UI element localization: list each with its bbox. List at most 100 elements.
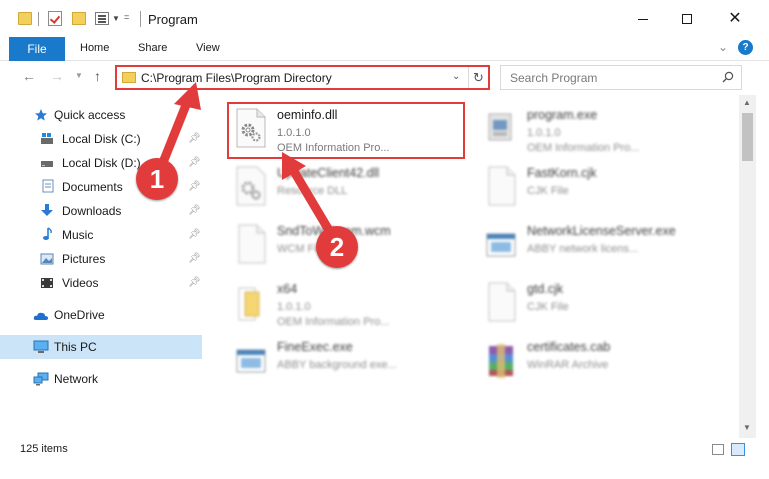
file-item-fineexec-exe[interactable]: FineExec.exe ABBY background exe...	[229, 334, 474, 392]
search-icon	[722, 71, 734, 83]
vertical-scrollbar[interactable]: ▲ ▼	[739, 95, 756, 438]
minimize-button[interactable]	[620, 4, 666, 34]
file-name: UpdateClient42.dll	[277, 166, 380, 180]
file-description: OEM Information Pro...	[527, 142, 640, 154]
chevron-down-icon[interactable]: ▼	[112, 14, 120, 23]
file-item-fastkorn-cjk[interactable]: FastKorn.cjk CJK File	[479, 160, 724, 218]
customize-quick-access-icon[interactable]: =	[124, 12, 129, 22]
file-type: Resource DLL	[277, 185, 348, 197]
download-arrow-icon	[41, 204, 53, 216]
sidebar-item-label: Documents	[62, 180, 123, 194]
sidebar-item-label: Downloads	[62, 204, 122, 218]
ribbon-tabs: File Home Share View ⌄ ?	[0, 37, 769, 61]
file-name: NetworkLicenseServer.exe	[527, 224, 676, 238]
navigation-bar: ← → ▼ ↑ C:\Program Files\Program Directo…	[0, 61, 769, 95]
exe-icon	[488, 113, 512, 141]
close-button[interactable]: ✕	[712, 4, 758, 34]
details-view-icon[interactable]	[712, 444, 724, 455]
file-item-x64-folder[interactable]: x64 1.0.1.0 OEM Information Pro...	[229, 276, 474, 334]
pin-icon[interactable]: 📌︎	[188, 157, 201, 168]
scroll-up-icon[interactable]: ▲	[743, 98, 751, 107]
sidebar-item-onedrive[interactable]: OneDrive	[0, 303, 202, 327]
sidebar-item-label: Pictures	[62, 252, 106, 266]
large-icons-view-icon[interactable]	[731, 443, 745, 456]
pin-icon[interactable]: 📌︎	[188, 277, 201, 288]
tab-view[interactable]: View	[196, 42, 220, 54]
drive-windows-icon	[41, 133, 53, 144]
maximize-button[interactable]	[664, 4, 710, 34]
pin-icon[interactable]: 📌︎	[188, 181, 201, 192]
back-arrow-icon[interactable]: ←	[22, 68, 36, 84]
file-item-updateclient-dll[interactable]: UpdateClient42.dll Resource DLL	[229, 160, 474, 218]
file-description: OEM Information Pro...	[277, 316, 390, 328]
sidebar-item-music[interactable]: Music 📌︎	[0, 223, 202, 247]
file-name: FastKorn.cjk	[527, 166, 597, 180]
blank-file-icon	[238, 224, 266, 264]
file-name: FineExec.exe	[277, 340, 353, 354]
file-item-gtd-cjk[interactable]: gtd.cjk CJK File	[479, 276, 724, 334]
folder-icon	[122, 72, 136, 83]
blank-file-icon	[488, 166, 516, 206]
address-path[interactable]: C:\Program Files\Program Directory	[141, 71, 332, 85]
new-folder-icon[interactable]	[72, 12, 86, 25]
sidebar-item-label: Music	[62, 228, 94, 242]
help-icon[interactable]: ?	[738, 40, 753, 55]
step-1-badge: 1	[136, 158, 178, 200]
window-bottom-edge	[0, 462, 769, 479]
refresh-icon[interactable]: ↻	[468, 67, 488, 88]
recent-locations-chevron-icon[interactable]: ▼	[75, 71, 83, 80]
sidebar-item-label: OneDrive	[54, 308, 105, 322]
pin-icon[interactable]: 📌︎	[188, 229, 201, 240]
drive-icon	[41, 161, 53, 167]
pin-icon[interactable]: 📌︎	[188, 133, 201, 144]
tab-file[interactable]: File	[9, 37, 65, 61]
sidebar-item-videos[interactable]: Videos 📌︎	[0, 271, 202, 295]
sidebar-item-this-pc[interactable]: This PC	[0, 335, 202, 359]
search-input[interactable]: Search Program	[500, 65, 742, 90]
file-item-program-exe[interactable]: program.exe 1.0.1.0 OEM Information Pro.…	[479, 102, 724, 160]
folder-icon[interactable]	[18, 12, 32, 25]
sidebar-item-label: Local Disk (C:)	[62, 132, 141, 146]
title-separator	[140, 11, 141, 27]
computer-monitor-icon	[33, 340, 49, 353]
file-type: CJK File	[527, 301, 569, 313]
file-name: certificates.cab	[527, 340, 611, 354]
expand-ribbon-chevron-icon[interactable]: ⌄	[718, 40, 728, 54]
window-title: Program	[148, 12, 198, 27]
rename-icon[interactable]	[95, 12, 109, 25]
quick-access-separator	[38, 12, 39, 26]
properties-check-icon[interactable]	[48, 11, 62, 26]
file-type: CJK File	[527, 185, 569, 197]
sidebar-item-local-disk-c[interactable]: Local Disk (C:) 📌︎	[0, 127, 202, 151]
cloud-icon	[33, 312, 48, 320]
address-dropdown-chevron-icon[interactable]: ⌄	[452, 71, 460, 82]
status-bar: 125 items	[0, 438, 769, 462]
scrollbar-thumb[interactable]	[742, 113, 753, 161]
file-version: 1.0.1.0	[277, 301, 311, 313]
pictures-icon	[40, 253, 54, 265]
sidebar-item-label: This PC	[54, 340, 97, 354]
scroll-down-icon[interactable]: ▼	[743, 423, 751, 432]
pin-icon[interactable]: 📌︎	[188, 205, 201, 216]
file-item-certificates-cab[interactable]: certificates.cab WinRAR Archive	[479, 334, 724, 392]
documents-icon	[42, 179, 54, 193]
tab-home[interactable]: Home	[80, 42, 109, 54]
sidebar-item-network[interactable]: Network	[0, 367, 202, 391]
window-exe-icon	[236, 349, 266, 373]
tab-share[interactable]: Share	[138, 42, 167, 54]
window-exe-icon	[486, 233, 516, 257]
highlight-box-oeminfo	[227, 102, 465, 159]
sidebar-item-pictures[interactable]: Pictures 📌︎	[0, 247, 202, 271]
file-description: ABBY network licens...	[527, 243, 639, 255]
file-item-networklicenseserver-exe[interactable]: NetworkLicenseServer.exe ABBY network li…	[479, 218, 724, 276]
sidebar-item-quick-access[interactable]: Quick access	[0, 103, 202, 127]
address-bar[interactable]: C:\Program Files\Program Directory ⌄ ↻	[115, 65, 490, 90]
item-count: 125 items	[20, 443, 68, 455]
forward-arrow-icon[interactable]: →	[50, 68, 64, 84]
up-arrow-icon[interactable]: ↑	[94, 68, 101, 84]
pin-icon[interactable]: 📌︎	[188, 253, 201, 264]
step-2-badge: 2	[316, 226, 358, 268]
file-name: x64	[277, 282, 298, 296]
sidebar-item-downloads[interactable]: Downloads 📌︎	[0, 199, 202, 223]
title-bar: ▼ = Program ✕	[0, 0, 769, 38]
